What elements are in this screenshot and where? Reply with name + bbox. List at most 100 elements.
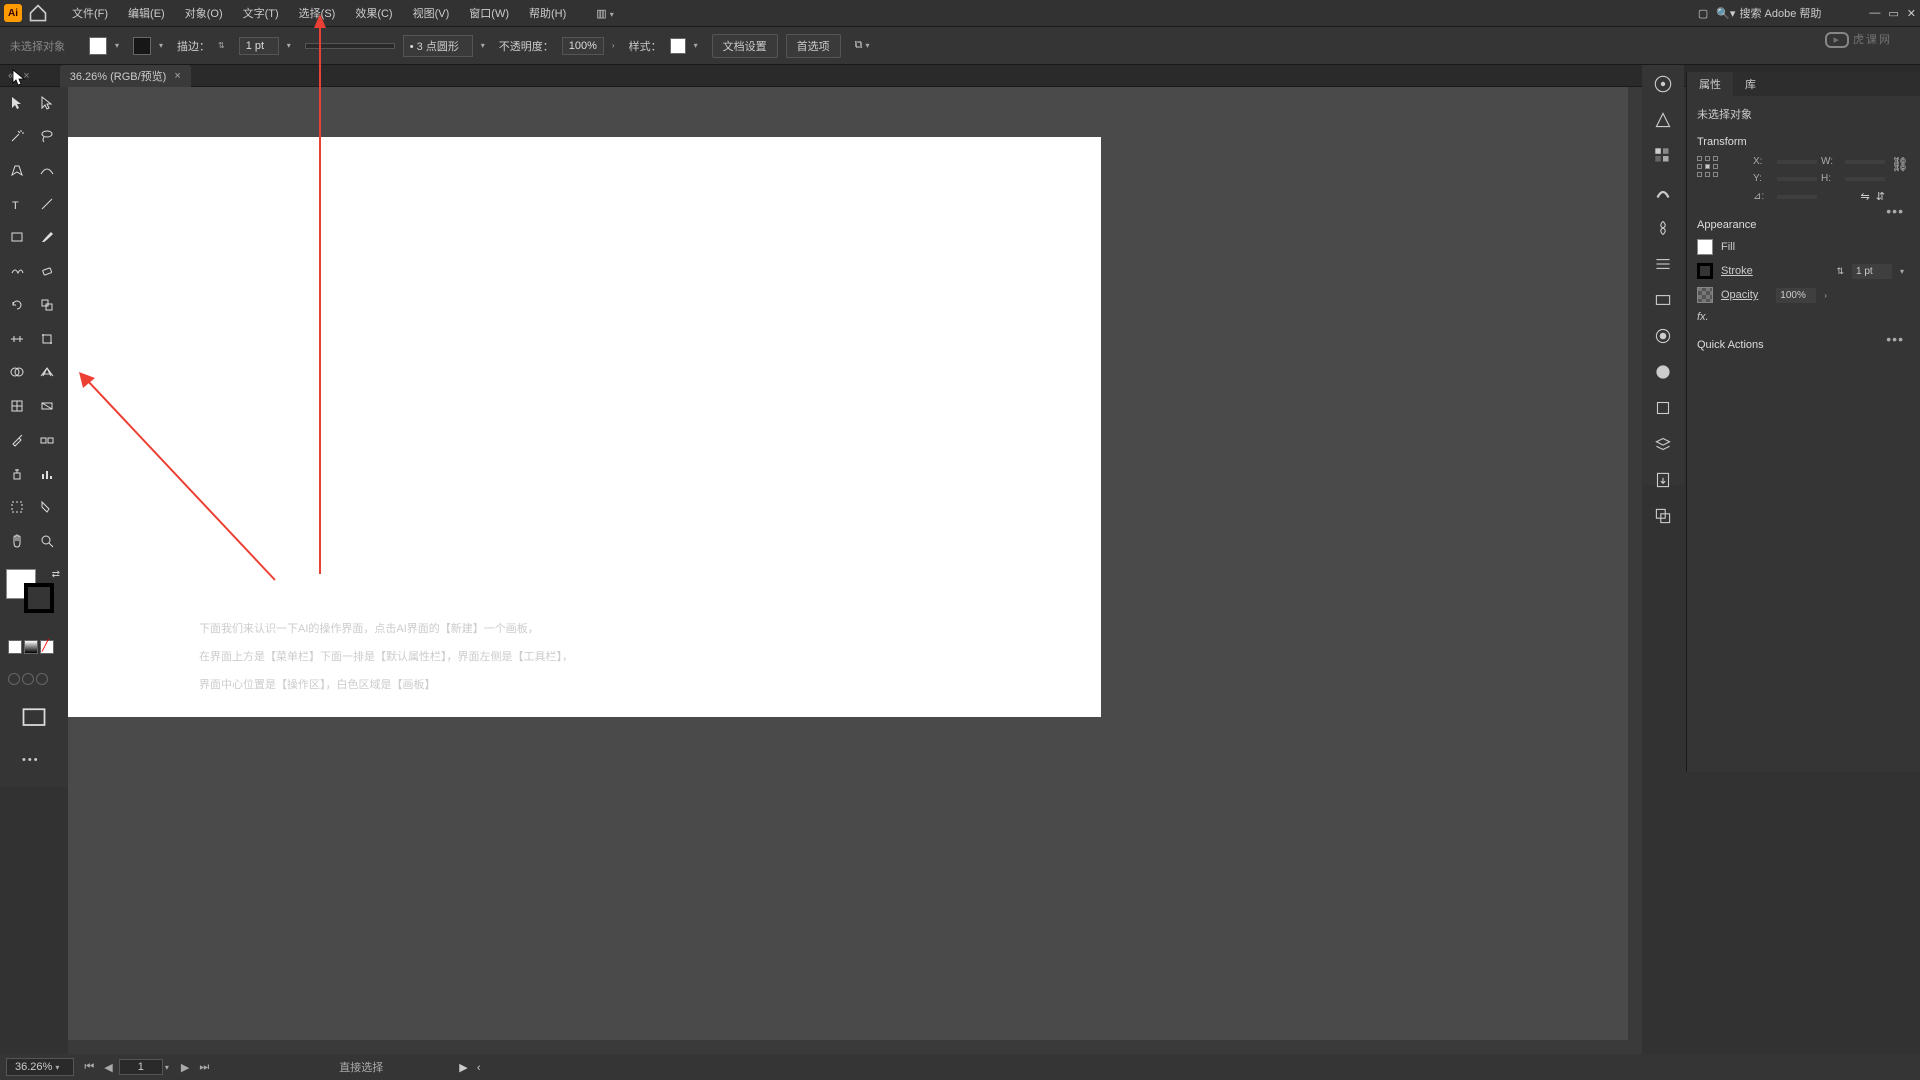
- column-graph-tool[interactable]: [32, 462, 62, 485]
- page-input[interactable]: 1: [119, 1059, 163, 1075]
- gradient-mode-icon[interactable]: [24, 640, 38, 654]
- pen-tool[interactable]: [2, 158, 32, 181]
- align-icon[interactable]: ⧉ ▾: [855, 39, 876, 52]
- draw-behind-icon[interactable]: [22, 673, 34, 685]
- screen-mode-icon[interactable]: [20, 703, 48, 733]
- chevron-down-icon[interactable]: ▾: [115, 41, 119, 50]
- style-swatch[interactable]: [670, 38, 686, 54]
- gradient-tool[interactable]: [32, 395, 62, 418]
- draw-normal-icon[interactable]: [8, 673, 20, 685]
- shaper-tool[interactable]: [2, 260, 32, 283]
- chevron-down-icon[interactable]: ▾: [694, 41, 698, 50]
- slice-tool[interactable]: [32, 496, 62, 519]
- menu-type[interactable]: 文字(T): [233, 2, 289, 24]
- menu-object[interactable]: 对象(O): [175, 2, 233, 24]
- none-mode-icon[interactable]: ╱: [40, 640, 54, 654]
- tab-library[interactable]: 库: [1733, 72, 1768, 96]
- layers-panel-icon[interactable]: [1652, 433, 1674, 455]
- menu-help[interactable]: 帮助(H): [519, 2, 576, 24]
- variable-width-profile[interactable]: [305, 43, 395, 49]
- stroke-weight-panel[interactable]: 1 pt: [1852, 264, 1892, 279]
- chevron-right-icon[interactable]: ›: [1824, 291, 1827, 300]
- color-panel-icon[interactable]: [1652, 73, 1674, 95]
- panel-options-icon[interactable]: •••: [1886, 203, 1904, 219]
- selection-tool[interactable]: [2, 91, 32, 114]
- color-guide-icon[interactable]: [1652, 109, 1674, 131]
- brushes-panel-icon[interactable]: [1652, 181, 1674, 203]
- document-tab[interactable]: 36.26% (RGB/预览) ×: [60, 65, 191, 87]
- horizontal-scrollbar[interactable]: [68, 1040, 1628, 1054]
- menu-edit[interactable]: 编辑(E): [118, 2, 175, 24]
- opacity-input[interactable]: 100%: [562, 37, 604, 55]
- tab-properties[interactable]: 属性: [1687, 72, 1733, 96]
- brush-definition[interactable]: • 3 点圆形: [403, 35, 473, 57]
- document-setup-button[interactable]: 文档设置: [712, 34, 778, 58]
- rectangle-tool[interactable]: [2, 226, 32, 249]
- menu-view[interactable]: 视图(V): [403, 2, 460, 24]
- magic-wand-tool[interactable]: [2, 125, 32, 148]
- zoom-tool[interactable]: [32, 530, 62, 553]
- next-page-icon[interactable]: ▶: [177, 1061, 193, 1074]
- reference-point-icon[interactable]: [1697, 156, 1719, 178]
- color-mode-icon[interactable]: [8, 640, 22, 654]
- artboards-panel-icon[interactable]: [1652, 505, 1674, 527]
- asset-export-icon[interactable]: [1652, 469, 1674, 491]
- prev-page-icon[interactable]: ◀: [100, 1061, 116, 1074]
- stroke-label-panel[interactable]: Stroke: [1721, 265, 1753, 277]
- chevron-down-icon[interactable]: ▾: [159, 41, 163, 50]
- symbols-panel-icon[interactable]: [1652, 217, 1674, 239]
- preferences-button[interactable]: 首选项: [786, 34, 841, 58]
- gpu-icon[interactable]: ▢: [1698, 7, 1708, 20]
- fill-stroke-control[interactable]: ⇄: [6, 569, 62, 619]
- mesh-tool[interactable]: [2, 395, 32, 418]
- fill-swatch-panel[interactable]: [1697, 239, 1713, 255]
- home-icon[interactable]: [28, 3, 48, 23]
- close-button[interactable]: ✕: [1907, 7, 1916, 20]
- tab-close-icon[interactable]: ×: [174, 70, 180, 82]
- swatches-panel-icon[interactable]: [1652, 145, 1674, 167]
- flip-horizontal-icon[interactable]: ⇋: [1860, 191, 1869, 203]
- type-tool[interactable]: T: [2, 192, 32, 215]
- stroke-color-icon[interactable]: [24, 583, 54, 613]
- opacity-value-panel[interactable]: 100%: [1776, 288, 1816, 303]
- eyedropper-tool[interactable]: [2, 428, 32, 451]
- chevron-right-icon[interactable]: ›: [612, 41, 615, 50]
- fx-label[interactable]: fx.: [1697, 311, 1709, 323]
- first-page-icon[interactable]: ⏮: [80, 1061, 98, 1074]
- width-tool[interactable]: [2, 327, 32, 350]
- free-transform-tool[interactable]: [32, 327, 62, 350]
- symbol-sprayer-tool[interactable]: [2, 462, 32, 485]
- menu-window[interactable]: 窗口(W): [459, 2, 519, 24]
- rotate-tool[interactable]: [2, 293, 32, 316]
- scale-tool[interactable]: [32, 293, 62, 316]
- w-input[interactable]: [1845, 160, 1885, 164]
- line-tool[interactable]: [32, 192, 62, 215]
- artboard-tool[interactable]: [2, 496, 32, 519]
- edit-toolbar-icon[interactable]: •••: [2, 748, 60, 783]
- flip-vertical-icon[interactable]: ⇵: [1876, 191, 1885, 203]
- vertical-scrollbar[interactable]: [1628, 87, 1642, 1054]
- arrange-docs-icon[interactable]: ▥ ▾: [586, 4, 629, 23]
- h-input[interactable]: [1845, 177, 1885, 181]
- stroke-panel-icon[interactable]: [1652, 253, 1674, 275]
- last-page-icon[interactable]: ⏭: [195, 1061, 213, 1074]
- stroke-weight-input[interactable]: 1 pt: [239, 37, 279, 55]
- blend-tool[interactable]: [32, 428, 62, 451]
- swap-fill-stroke-icon[interactable]: ⇄: [52, 569, 60, 580]
- graphic-styles-icon[interactable]: [1652, 397, 1674, 419]
- chevron-down-icon[interactable]: ▾: [481, 41, 485, 50]
- fill-swatch[interactable]: [89, 37, 107, 55]
- hand-tool[interactable]: [2, 530, 32, 553]
- x-input[interactable]: [1777, 160, 1817, 164]
- stepper-icon[interactable]: ⇅: [218, 41, 225, 50]
- menu-file[interactable]: 文件(F): [62, 2, 118, 24]
- stroke-swatch-panel[interactable]: [1697, 263, 1713, 279]
- status-menu-icon[interactable]: ▶ ‹: [459, 1061, 480, 1074]
- stroke-swatch[interactable]: [133, 37, 151, 55]
- transparency-panel-icon[interactable]: [1652, 325, 1674, 347]
- help-search[interactable]: 🔍▾ 搜索 Adobe 帮助: [1716, 5, 1821, 21]
- workspace[interactable]: [68, 87, 1642, 1054]
- gradient-panel-icon[interactable]: [1652, 289, 1674, 311]
- constrain-proportions-icon[interactable]: ⛓: [1891, 156, 1909, 173]
- lasso-tool[interactable]: [32, 125, 62, 148]
